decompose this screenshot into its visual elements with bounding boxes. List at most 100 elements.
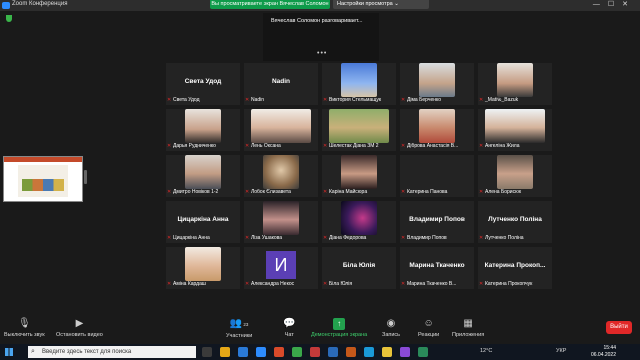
shield-icon[interactable] xyxy=(6,15,12,22)
weather-indicator[interactable]: 12°C xyxy=(480,348,492,354)
app-icon[interactable] xyxy=(364,347,374,357)
participant-label: Біла Юлія xyxy=(323,281,395,288)
mic-muted-icon xyxy=(245,236,249,241)
participant-tile[interactable]: Nadin Nadin xyxy=(244,63,318,105)
more-options-icon[interactable]: ••• xyxy=(317,50,327,57)
video-label: Остановить видео xyxy=(56,332,103,338)
video-icon: ▶ xyxy=(75,318,84,329)
participant-name-large: Света Удод xyxy=(184,78,222,85)
participant-tile[interactable]: Ангеліна Жила xyxy=(478,109,552,151)
view-options-dropdown[interactable]: Настройки просмотра ⌄ xyxy=(333,0,429,9)
mic-muted-icon xyxy=(401,282,405,287)
participant-label: Александра Некос xyxy=(245,281,317,288)
language-indicator[interactable]: УКР xyxy=(556,348,566,354)
participant-label: Виктория Стельмащук xyxy=(323,97,395,104)
reactions-button[interactable]: ☺ Реакции xyxy=(418,318,439,338)
mic-muted-icon xyxy=(479,236,483,241)
chat-button[interactable]: 💬 Чат xyxy=(283,318,295,338)
participant-tile[interactable]: Алена Борисюк xyxy=(478,155,552,197)
windows-start-icon[interactable] xyxy=(5,348,13,356)
app-icon[interactable] xyxy=(310,347,320,357)
clock-date: 06.04.2022 xyxy=(590,352,616,358)
participants-button[interactable]: 👥23 Участники xyxy=(226,318,252,339)
participant-label: Марина Ткаченко В... xyxy=(401,281,473,288)
participant-tile[interactable]: Лень Оксана xyxy=(244,109,318,151)
taskbar-search-input[interactable]: ⌕ Введите здесь текст для поиска xyxy=(28,346,196,358)
participant-label: Лутченко Поліна xyxy=(479,235,551,242)
mic-muted-icon xyxy=(167,144,171,149)
participant-name-large: Nadin xyxy=(271,78,291,85)
participant-tile[interactable]: Шелестак Діана ЗМ 2 xyxy=(322,109,396,151)
participant-tile[interactable]: Каріна Майсюра xyxy=(322,155,396,197)
participant-tile[interactable]: Владимир Попов Владимир Попов xyxy=(400,201,474,243)
record-button[interactable]: ◉ Запись xyxy=(382,318,400,338)
thumbnail-resize-handle[interactable] xyxy=(84,170,87,184)
mic-muted-icon xyxy=(167,236,171,241)
app-icon[interactable] xyxy=(328,347,338,357)
active-speaker-text: Вячеслав Соломон разговаривает... xyxy=(271,18,363,24)
participant-tile[interactable]: Лутченко Поліна Лутченко Поліна xyxy=(478,201,552,243)
mic-muted-icon xyxy=(479,190,483,195)
mic-muted-icon xyxy=(479,98,483,103)
zoom-taskbar-icon[interactable] xyxy=(256,347,266,357)
leave-button[interactable]: Выйти xyxy=(606,321,632,334)
mic-muted-icon xyxy=(323,282,327,287)
apps-label: Приложения xyxy=(452,332,485,338)
app-icon[interactable] xyxy=(382,347,392,357)
slide-images xyxy=(22,179,64,191)
app-icon[interactable] xyxy=(346,347,356,357)
apps-button[interactable]: ▦ Приложения xyxy=(452,318,484,338)
mic-muted-icon xyxy=(401,144,405,149)
participant-label: Діма Берченко xyxy=(401,97,473,104)
app-icon[interactable] xyxy=(418,347,428,357)
participant-tile[interactable]: И Александра Некос xyxy=(244,247,318,289)
mute-button[interactable]: 🎙 Выключить звук xyxy=(4,318,45,338)
participant-name: Ангеліна Жила xyxy=(485,143,520,149)
participant-tile[interactable]: Дмитро Новіков 1-2 xyxy=(166,155,240,197)
participant-tile[interactable]: Діброва Анастасія В... xyxy=(400,109,474,151)
window-controls[interactable]: —☐✕ xyxy=(593,0,636,8)
app-icon[interactable] xyxy=(400,347,410,357)
participant-tile[interactable]: _Mat№_Bazuk xyxy=(478,63,552,105)
slide-header xyxy=(4,157,82,162)
stop-video-button[interactable]: ▶ Остановить видео xyxy=(56,318,103,338)
participant-tile[interactable]: Виктория Стельмащук xyxy=(322,63,396,105)
participant-tile[interactable]: Света Удод Света Удод xyxy=(166,63,240,105)
share-screen-button[interactable]: ↑ Демонстрация экрана xyxy=(311,318,367,338)
participant-video xyxy=(419,109,455,143)
file-explorer-icon[interactable] xyxy=(220,347,230,357)
participant-tile[interactable]: Цицаркіна Анна Цицаркіна Анна xyxy=(166,201,240,243)
participant-tile[interactable]: Катерина Прокоп... Катерина Прокопчук xyxy=(478,247,552,289)
participant-tile[interactable]: Ліза Ушакова xyxy=(244,201,318,243)
participant-tile[interactable]: Дарья Рудниченко xyxy=(166,109,240,151)
participant-name: Света Удод xyxy=(173,97,200,103)
participant-tile[interactable]: Діана Федорова xyxy=(322,201,396,243)
participant-name: Александра Некос xyxy=(251,281,295,287)
participant-name: Каріна Майсюра xyxy=(329,189,368,195)
participant-name: Марина Ткаченко В... xyxy=(407,281,457,287)
task-view-icon[interactable] xyxy=(202,347,212,357)
participant-name-large: Цицаркіна Анна xyxy=(177,216,229,223)
mic-muted-icon xyxy=(245,144,249,149)
participant-label: Катерина Прокопчук xyxy=(479,281,551,288)
participant-tile[interactable]: Катерина Панова xyxy=(400,155,474,197)
mic-muted-icon xyxy=(479,282,483,287)
participant-tile[interactable]: Діма Берченко xyxy=(400,63,474,105)
participant-name-large: Лутченко Поліна xyxy=(488,216,542,223)
participant-tile[interactable]: Аміна Кардаш xyxy=(166,247,240,289)
participant-video xyxy=(341,201,377,235)
mic-muted-icon xyxy=(401,98,405,103)
system-clock[interactable]: 15:44 06.04.2022 xyxy=(591,345,616,359)
participant-name: _Mat№_Bazuk xyxy=(485,97,519,103)
participant-tile[interactable]: Марина Ткаченко Марина Ткаченко В... xyxy=(400,247,474,289)
app-icon[interactable] xyxy=(292,347,302,357)
participant-label: Катерина Панова xyxy=(401,189,473,196)
participant-tile[interactable]: Біла Юлія Біла Юлія xyxy=(322,247,396,289)
participant-tile[interactable]: Лобок Єлизавета xyxy=(244,155,318,197)
participant-video xyxy=(329,109,389,143)
windows-taskbar: ⌕ Введите здесь текст для поиска 12°C УКР… xyxy=(0,344,640,360)
shared-screen-thumbnail[interactable] xyxy=(3,156,83,202)
mic-muted-icon xyxy=(323,190,327,195)
app-icon[interactable] xyxy=(274,347,284,357)
app-icon[interactable] xyxy=(238,347,248,357)
